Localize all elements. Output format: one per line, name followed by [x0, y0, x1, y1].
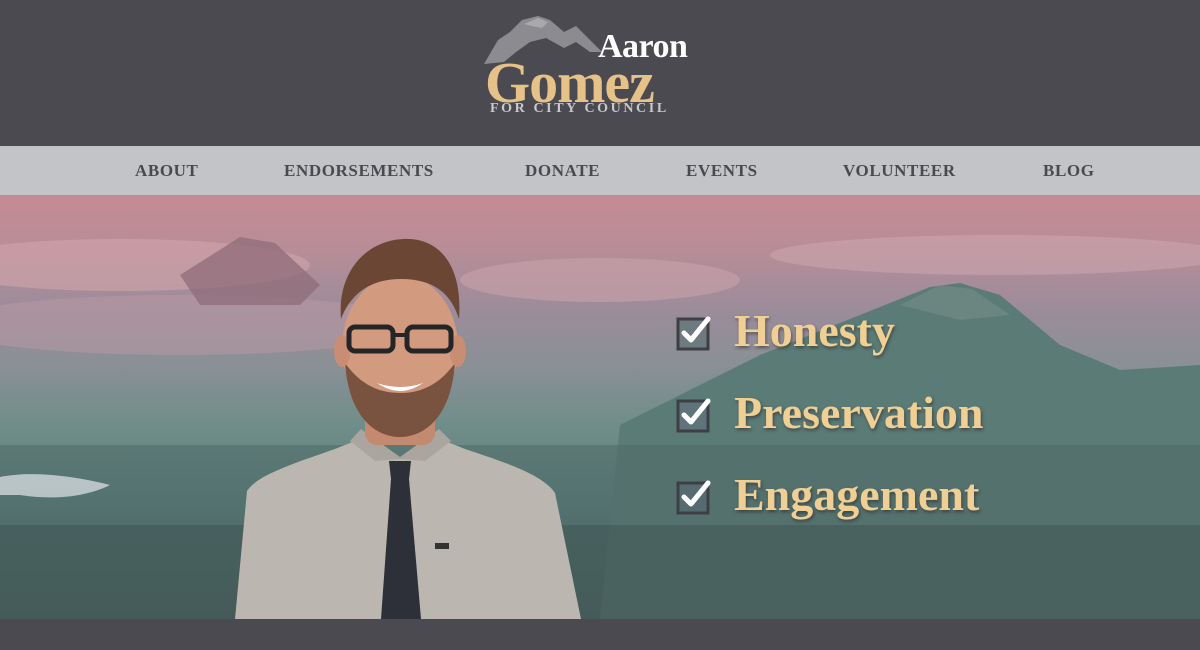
value-label: Honesty: [734, 305, 895, 356]
value-label: Preservation: [734, 387, 984, 438]
site-logo[interactable]: Aaron Gomez FOR CITY COUNCIL: [480, 10, 725, 122]
nav-item-blog[interactable]: BLOG: [1043, 146, 1095, 195]
nav-item-endorsements[interactable]: ENDORSEMENTS: [284, 146, 434, 195]
hero-banner: Honesty Preservation Engagement: [0, 195, 1200, 619]
logo-tagline: FOR CITY COUNCIL: [490, 101, 669, 116]
value-label: Engagement: [734, 469, 980, 520]
nav-item-donate[interactable]: DONATE: [525, 146, 600, 195]
site-header: Aaron Gomez FOR CITY COUNCIL: [0, 0, 1200, 146]
main-nav: ABOUT ENDORSEMENTS DONATE EVENTS VOLUNTE…: [0, 146, 1200, 195]
nav-item-about[interactable]: ABOUT: [135, 146, 198, 195]
nav-item-volunteer[interactable]: VOLUNTEER: [843, 146, 956, 195]
checkbox-checked-icon: [676, 398, 711, 433]
hero-landscape-image: [0, 235, 1200, 619]
footer-bar: [0, 619, 1200, 650]
nav-item-events[interactable]: EVENTS: [686, 146, 758, 195]
checkbox-checked-icon: [676, 480, 711, 515]
checkbox-checked-icon: [676, 316, 711, 351]
candidate-photo: [235, 238, 581, 619]
